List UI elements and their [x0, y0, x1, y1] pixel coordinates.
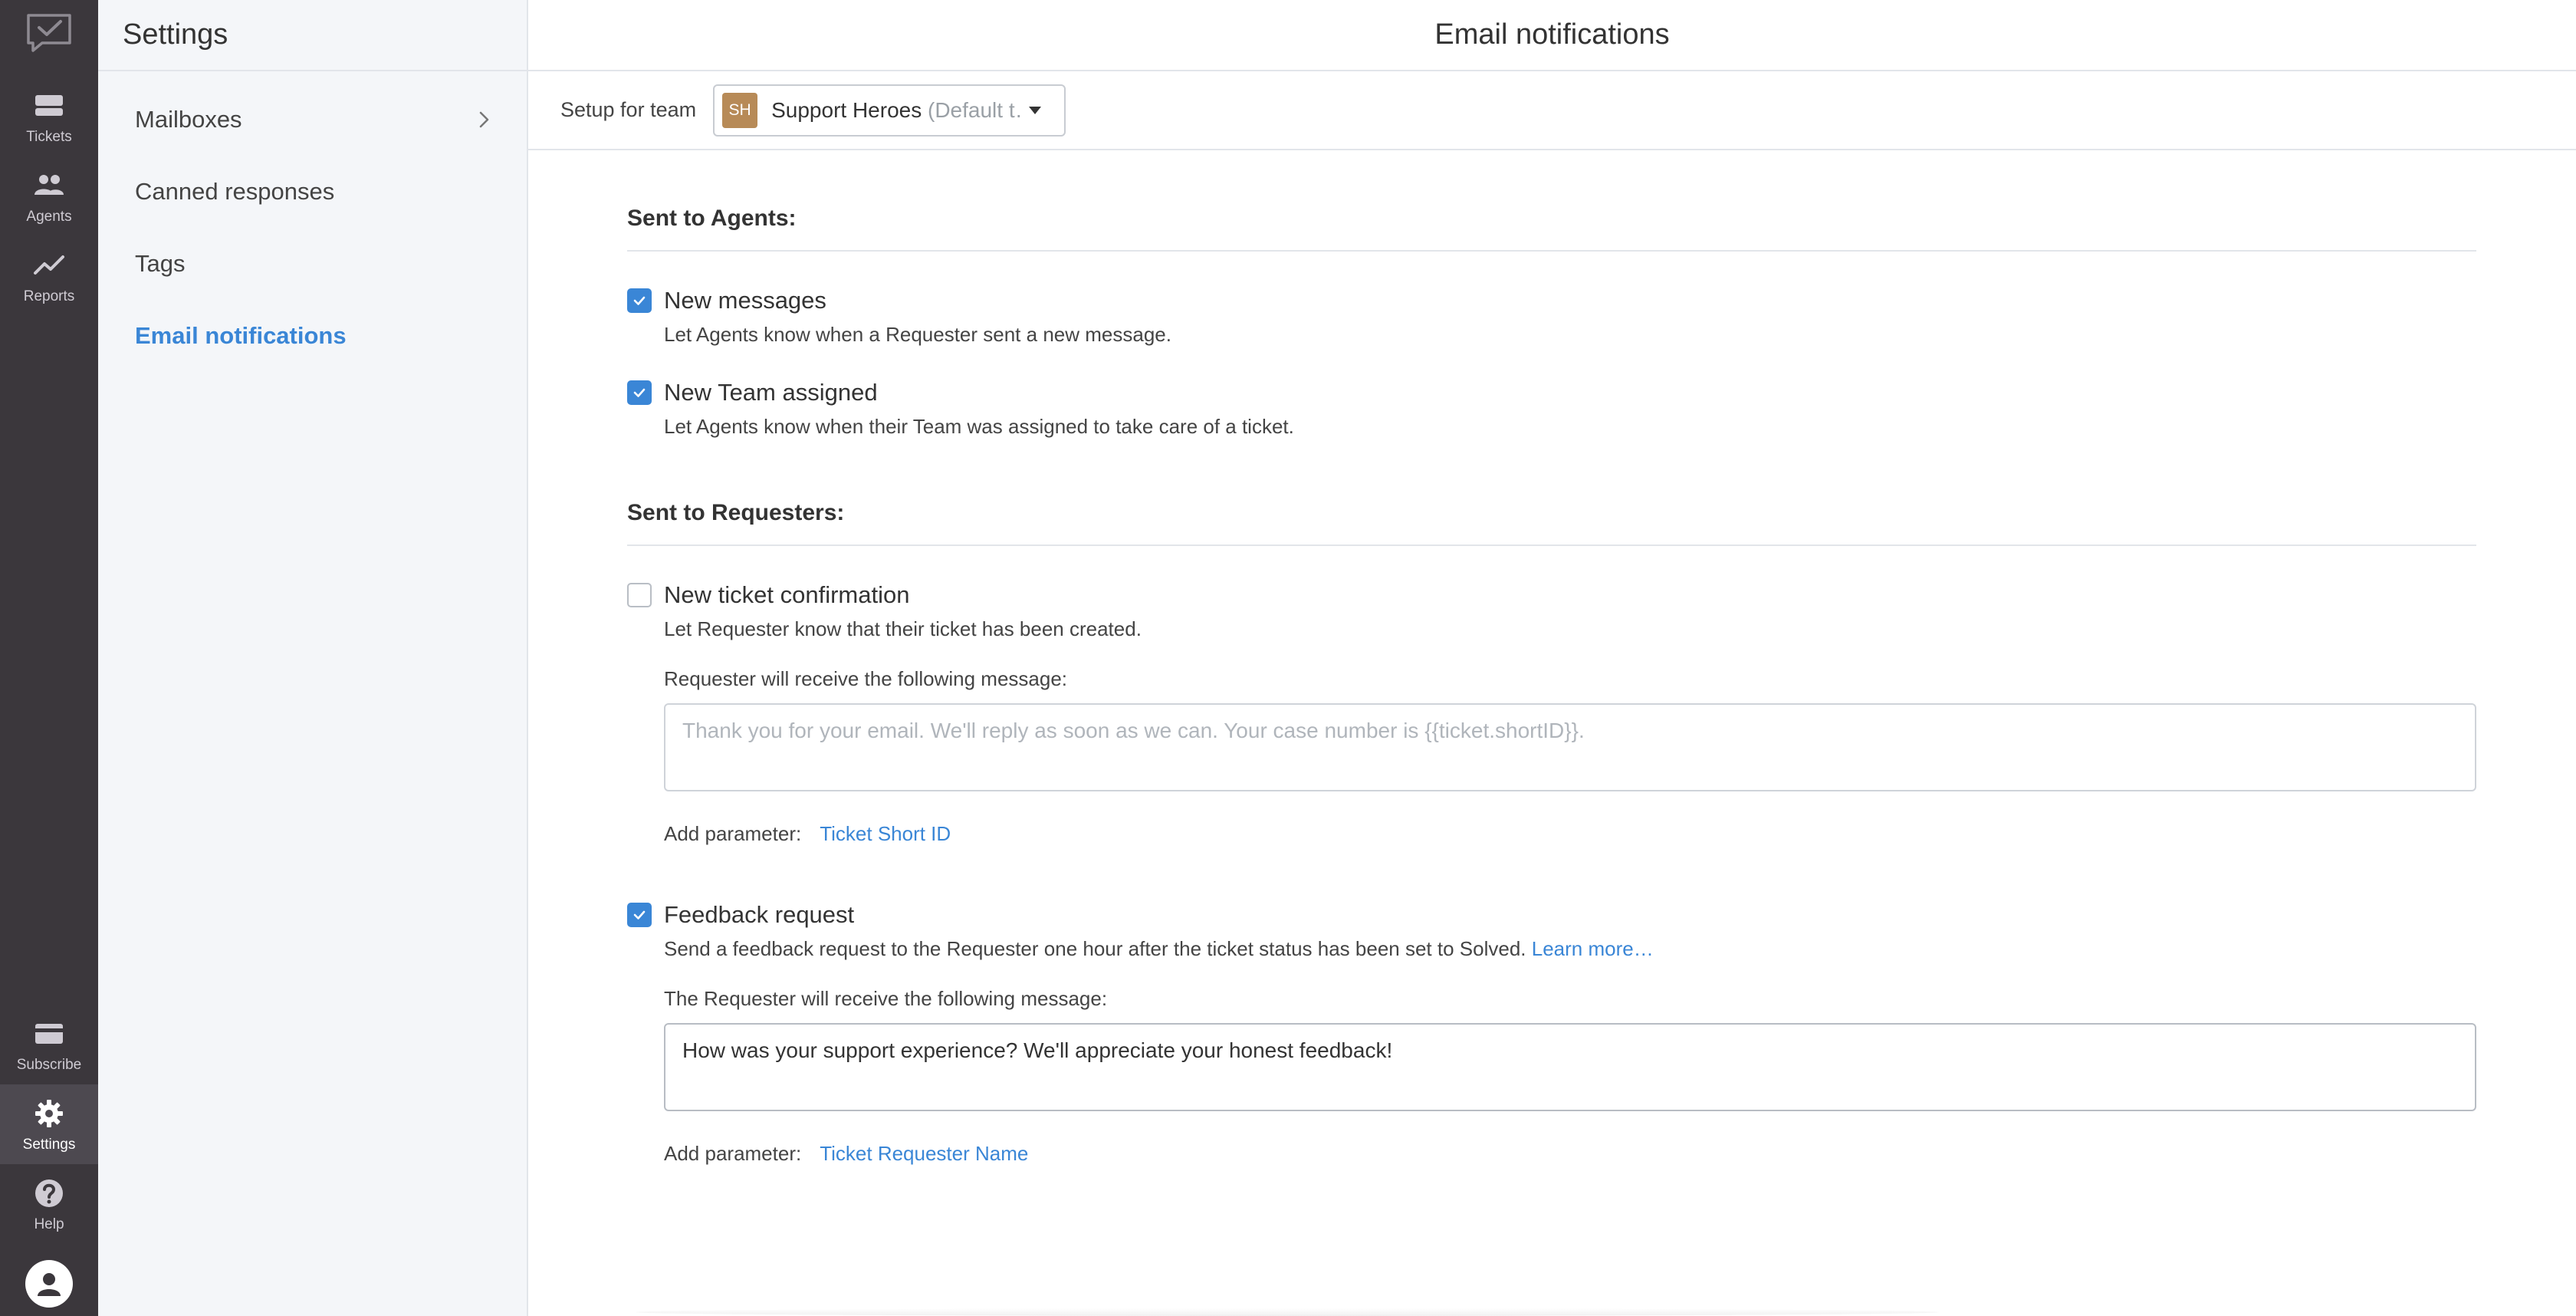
team-bar-label: Setup for team [560, 98, 697, 121]
app-logo-icon[interactable] [25, 12, 73, 52]
field-label: Requester will receive the following mes… [664, 667, 1068, 690]
checkbox-new-ticket-confirmation[interactable] [627, 583, 652, 607]
option-desc: Let Agents know when their Team was assi… [664, 415, 1294, 438]
field-label: The Requester will receive the following… [664, 987, 1108, 1010]
rail-label-agents: Agents [26, 209, 72, 225]
sidebar-nav: Mailboxes Canned responses Tags Email no… [98, 71, 527, 372]
sidebar-item-label: Email notifications [135, 322, 347, 349]
team-select[interactable]: SH Support Heroes (Default t… [713, 84, 1066, 137]
section-divider [627, 250, 2476, 252]
learn-more-link[interactable]: Learn more… [1532, 937, 1654, 960]
check-icon [633, 388, 646, 397]
sidebar-item-email-notifications[interactable]: Email notifications [98, 300, 527, 372]
option-desc: Send a feedback request to the Requester… [664, 933, 2476, 964]
caret-down-icon [1029, 106, 1042, 114]
sidebar-item-label: Mailboxes [135, 106, 242, 133]
app-rail: Tickets Agents Reports Subscribe Setting… [0, 0, 98, 1316]
option-desc: Let Requester know that their ticket has… [664, 617, 1142, 640]
team-suffix: (Default t… [928, 97, 1024, 122]
user-avatar[interactable] [25, 1260, 73, 1308]
param-link-ticket-short-id[interactable]: Ticket Short ID [820, 822, 951, 846]
team-bar: Setup for team SH Support Heroes (Defaul… [528, 71, 2576, 150]
card-icon [35, 1024, 63, 1044]
option-title: New ticket confirmation [664, 581, 910, 608]
checkbox-feedback-request[interactable] [627, 903, 652, 927]
option-title: New messages [664, 287, 826, 314]
chevron-right-icon [479, 111, 489, 128]
sidebar-item-tags[interactable]: Tags [98, 228, 527, 300]
settings-sidebar: Settings Mailboxes Canned responses Tags… [98, 0, 528, 1316]
rail-item-settings[interactable]: Settings [0, 1084, 98, 1164]
notifications-content: Sent to Agents: New messages Let Agents … [627, 150, 2476, 1166]
rail-label-settings: Settings [22, 1137, 76, 1153]
section-divider [627, 544, 2476, 546]
page-title: Email notifications [528, 0, 2576, 71]
sidebar-title: Settings [98, 0, 527, 71]
param-row: Add parameter: Ticket Short ID [664, 822, 2476, 846]
confirmation-message-input[interactable]: Thank you for your email. We'll reply as… [664, 703, 2476, 791]
main-panel: Email notifications Setup for team SH Su… [528, 0, 2576, 1316]
option-new-team-assigned: New Team assigned Let Agents know when t… [627, 376, 2476, 442]
user-icon [38, 1273, 61, 1296]
rail-label-reports: Reports [23, 288, 75, 304]
sidebar-item-label: Canned responses [135, 178, 335, 205]
reports-icon [34, 255, 64, 275]
section-title-requesters: Sent to Requesters: [627, 500, 845, 525]
tickets-icon [35, 95, 63, 116]
agents-icon [34, 175, 64, 195]
bottom-shadow [636, 1308, 1939, 1316]
option-desc: Let Agents know when a Requester sent a … [664, 323, 1171, 346]
team-name: Support Heroes [771, 97, 922, 122]
option-title: New Team assigned [664, 379, 878, 406]
option-new-messages: New messages Let Agents know when a Requ… [627, 284, 2476, 350]
option-feedback-request: Feedback request Send a feedback request… [627, 898, 2476, 1166]
help-icon [35, 1179, 63, 1207]
team-select-value: Support Heroes (Default t… [771, 98, 1024, 123]
rail-item-help[interactable]: Help [0, 1164, 98, 1244]
option-desc-text: Send a feedback request to the Requester… [664, 937, 1526, 960]
option-new-ticket-confirmation: New ticket confirmation Let Requester kn… [627, 578, 2476, 846]
check-icon [633, 296, 646, 305]
sidebar-item-mailboxes[interactable]: Mailboxes [98, 84, 527, 156]
sidebar-item-label: Tags [135, 250, 186, 277]
section-title-agents: Sent to Agents: [627, 206, 797, 231]
rail-label-tickets: Tickets [26, 129, 72, 145]
check-icon [633, 910, 646, 920]
sidebar-item-canned-responses[interactable]: Canned responses [98, 156, 527, 228]
checkbox-new-messages[interactable] [627, 288, 652, 313]
gear-icon [35, 1100, 63, 1127]
checkbox-new-team-assigned[interactable] [627, 380, 652, 405]
feedback-message-input[interactable]: How was your support experience? We'll a… [664, 1023, 2476, 1111]
option-title: Feedback request [664, 901, 855, 928]
team-badge: SH [722, 92, 758, 128]
param-label: Add parameter: [664, 1142, 802, 1165]
rail-item-reports[interactable]: Reports [0, 236, 98, 316]
rail-item-agents[interactable]: Agents [0, 156, 98, 236]
param-link-ticket-requester-name[interactable]: Ticket Requester Name [820, 1142, 1028, 1166]
rail-item-tickets[interactable]: Tickets [0, 77, 98, 156]
rail-label-help: Help [34, 1216, 64, 1232]
param-label: Add parameter: [664, 822, 802, 845]
rail-label-subscribe: Subscribe [16, 1057, 82, 1073]
param-row: Add parameter: Ticket Requester Name [664, 1142, 2476, 1166]
rail-item-subscribe[interactable]: Subscribe [0, 1005, 98, 1084]
